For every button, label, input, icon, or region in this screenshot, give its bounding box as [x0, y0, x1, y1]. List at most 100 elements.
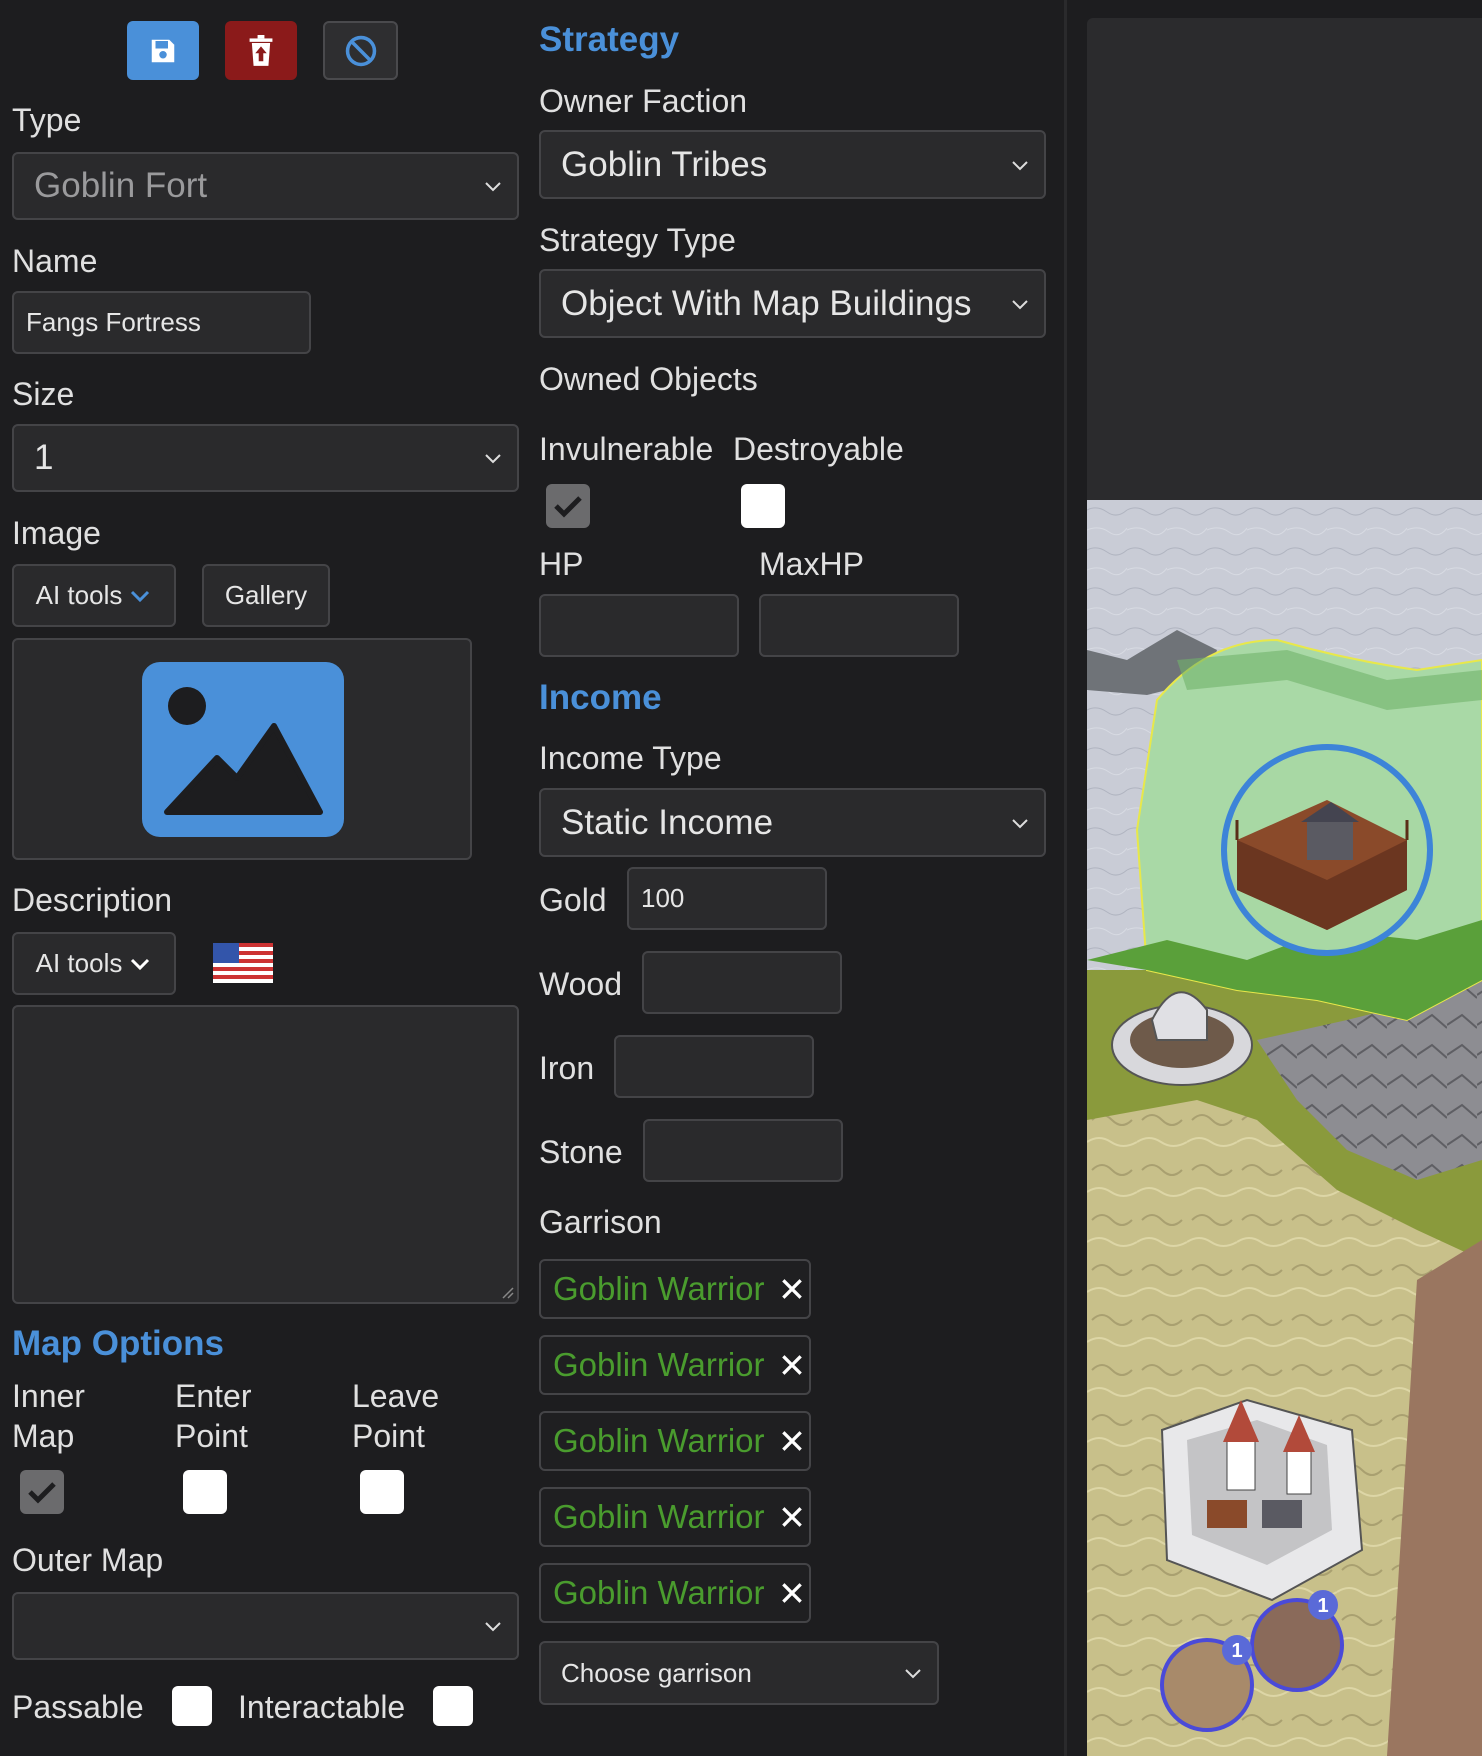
- hero-stack-count: 1: [1231, 1640, 1242, 1662]
- cancel-button[interactable]: [323, 21, 398, 80]
- choose-garrison-label: Choose garrison: [561, 1657, 752, 1688]
- hp-input[interactable]: [539, 594, 739, 657]
- interactable-checkbox[interactable]: [433, 1686, 473, 1726]
- enter-point-label-line2: Point: [175, 1418, 248, 1454]
- close-icon[interactable]: [779, 1428, 805, 1454]
- passable-label: Passable: [12, 1689, 144, 1725]
- owned-objects-label: Owned Objects: [539, 361, 758, 397]
- invulnerable-checkbox[interactable]: [546, 484, 590, 528]
- leave-point-label-line1: Leave: [352, 1378, 440, 1414]
- chevron-down-icon: [485, 454, 501, 464]
- name-input[interactable]: Fangs Fortress: [12, 291, 311, 354]
- chevron-down-icon: [905, 1669, 921, 1679]
- column-divider: [1064, 0, 1067, 1756]
- income-type-label: Income Type: [539, 740, 722, 776]
- close-icon[interactable]: [779, 1580, 805, 1606]
- close-icon[interactable]: [779, 1276, 805, 1302]
- type-value: Goblin Fort: [34, 166, 208, 205]
- garrison-chip[interactable]: Goblin Warrior: [539, 1259, 811, 1319]
- chevron-down-icon: [1012, 299, 1028, 309]
- interactable-label: Interactable: [238, 1689, 406, 1725]
- type-select[interactable]: Goblin Fort: [12, 152, 519, 220]
- chevron-down-icon: [131, 958, 150, 970]
- gallery-button[interactable]: Gallery: [202, 564, 330, 627]
- gold-input[interactable]: 100: [627, 867, 827, 930]
- resize-handle-icon[interactable]: [499, 1284, 515, 1300]
- leave-point-checkbox[interactable]: [360, 1470, 404, 1514]
- chevron-down-icon: [485, 182, 501, 192]
- garrison-list: Goblin Warrior Goblin Warrior Goblin War…: [539, 1259, 811, 1639]
- map-options-heading: Map Options: [12, 1324, 224, 1363]
- gallery-label: Gallery: [224, 580, 308, 610]
- leave-point-label: Leave Point: [352, 1376, 439, 1456]
- close-icon[interactable]: [779, 1352, 805, 1378]
- garrison-label: Garrison: [539, 1204, 662, 1240]
- chevron-down-icon: [1012, 818, 1028, 828]
- description-label: Description: [12, 882, 173, 918]
- gold-label: Gold: [539, 882, 607, 918]
- map-canvas[interactable]: 1 1: [1087, 500, 1482, 1756]
- description-ai-tools-button[interactable]: AI tools: [12, 932, 176, 995]
- map-view[interactable]: 1 1: [1087, 500, 1482, 1756]
- garrison-chip-label: Goblin Warrior: [553, 1498, 765, 1535]
- ban-icon: [345, 35, 376, 66]
- save-button[interactable]: [127, 21, 199, 80]
- enter-point-checkbox[interactable]: [183, 1470, 227, 1514]
- inner-map-checkbox[interactable]: [20, 1470, 64, 1514]
- garrison-chip-label: Goblin Warrior: [553, 1422, 765, 1459]
- enter-point-label-line1: Enter: [175, 1378, 252, 1414]
- outer-map-select[interactable]: [12, 1592, 519, 1660]
- image-label: Image: [12, 515, 101, 551]
- income-heading: Income: [539, 678, 662, 717]
- strategy-type-select[interactable]: Object With Map Buildings: [539, 269, 1046, 338]
- inner-map-label-line2: Map: [12, 1418, 75, 1454]
- garrison-chip-label: Goblin Warrior: [553, 1270, 765, 1307]
- stone-label: Stone: [539, 1134, 623, 1170]
- iron-label: Iron: [539, 1050, 595, 1086]
- delete-button[interactable]: [225, 21, 297, 80]
- inner-map-label: Inner Map: [12, 1376, 85, 1456]
- gold-value: 100: [641, 883, 685, 913]
- wood-input[interactable]: [642, 951, 842, 1014]
- enter-point-label: Enter Point: [175, 1376, 251, 1456]
- size-select[interactable]: 1: [12, 424, 519, 492]
- owner-faction-label: Owner Faction: [539, 83, 748, 119]
- garrison-chip[interactable]: Goblin Warrior: [539, 1563, 811, 1623]
- passable-checkbox[interactable]: [172, 1686, 212, 1726]
- iron-input[interactable]: [614, 1035, 814, 1098]
- invulnerable-label: Invulnerable: [539, 431, 714, 467]
- size-value: 1: [34, 438, 54, 477]
- description-textarea[interactable]: [12, 1005, 519, 1304]
- chevron-down-icon: [131, 590, 150, 602]
- save-icon: [151, 39, 175, 62]
- close-icon[interactable]: [779, 1504, 805, 1530]
- garrison-chip[interactable]: Goblin Warrior: [539, 1411, 811, 1471]
- image-preview[interactable]: [12, 638, 472, 860]
- choose-garrison-select[interactable]: Choose garrison: [539, 1641, 939, 1705]
- hero-stack-count: 1: [1317, 1595, 1328, 1617]
- name-value: Fangs Fortress: [26, 307, 201, 337]
- check-icon: [28, 1482, 56, 1504]
- income-type-select[interactable]: Static Income: [539, 788, 1046, 857]
- trash-upload-icon: [249, 34, 273, 66]
- name-label: Name: [12, 243, 98, 279]
- chevron-down-icon: [485, 1622, 501, 1632]
- stone-input[interactable]: [643, 1119, 843, 1182]
- image-ai-tools-button[interactable]: AI tools: [12, 564, 176, 627]
- image-placeholder-icon: [142, 662, 344, 837]
- inner-map-label-line1: Inner: [12, 1378, 85, 1414]
- us-flag-icon[interactable]: [213, 943, 273, 983]
- destroyable-label: Destroyable: [733, 431, 904, 467]
- destroyable-checkbox[interactable]: [741, 484, 785, 528]
- outer-map-label: Outer Map: [12, 1542, 164, 1578]
- owner-faction-select[interactable]: Goblin Tribes: [539, 130, 1046, 199]
- owner-faction-value: Goblin Tribes: [561, 144, 768, 184]
- income-type-value: Static Income: [561, 802, 774, 842]
- maxhp-input[interactable]: [759, 594, 959, 657]
- strategy-type-label: Strategy Type: [539, 222, 736, 258]
- check-icon: [554, 496, 582, 518]
- garrison-chip[interactable]: Goblin Warrior: [539, 1335, 811, 1395]
- ai-tools-label: AI tools: [35, 948, 123, 978]
- size-label: Size: [12, 376, 75, 412]
- garrison-chip[interactable]: Goblin Warrior: [539, 1487, 811, 1547]
